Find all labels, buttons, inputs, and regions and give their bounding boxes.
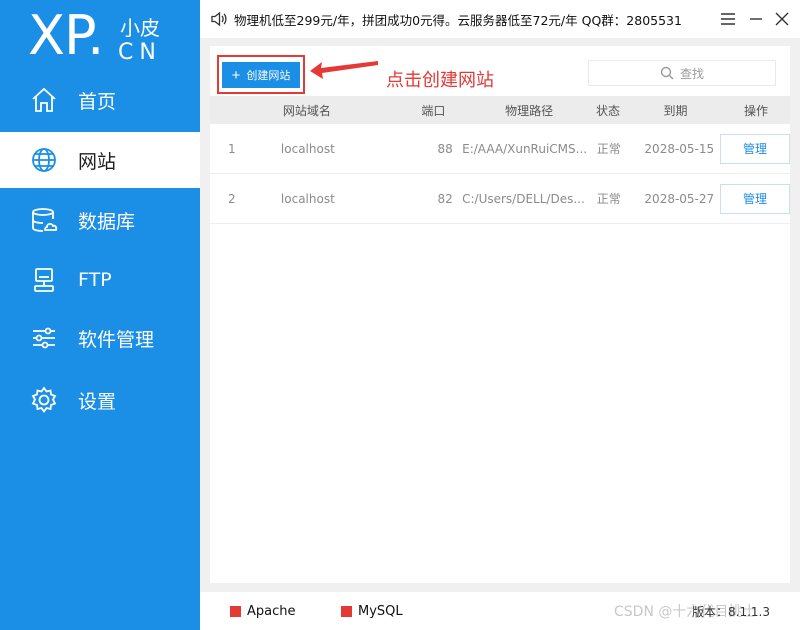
sidebar-item-websites[interactable]: 网站 bbox=[0, 132, 200, 188]
row-domain: localhost bbox=[280, 141, 335, 156]
app-logo: XP. 小皮 CN bbox=[28, 6, 188, 70]
version-text: 版本：8.1.1.3 bbox=[692, 605, 770, 619]
sidebar-item-label: 首页 bbox=[78, 90, 117, 113]
manage-button[interactable]: 管理 bbox=[720, 183, 791, 214]
speaker-icon bbox=[210, 10, 228, 28]
search-icon bbox=[660, 66, 674, 80]
ftp-icon bbox=[28, 264, 60, 296]
create-website-button[interactable]: + 创建网站 bbox=[222, 62, 300, 88]
notice-text: 物理机低至299元/年，拼团成功0元得。云服务器低至72元/年 QQ群：2805… bbox=[234, 12, 682, 28]
logo-main: XP. bbox=[28, 4, 104, 67]
table-header: 网站域名 端口 物理路径 状态 到期 操作 bbox=[210, 96, 790, 124]
sidebar-item-settings[interactable]: 设置 bbox=[0, 372, 200, 428]
row-expiry: 2028-05-27 bbox=[644, 191, 715, 206]
websites-table: 网站域名 端口 物理路径 状态 到期 操作 1 localhost 88 E:/… bbox=[210, 96, 791, 224]
row-domain: localhost bbox=[280, 191, 335, 206]
status-bar: Apache MySQL CSDN @十六代目挑士 版本：8.1.1.3 bbox=[200, 592, 800, 630]
home-icon bbox=[28, 84, 60, 116]
service-mysql[interactable]: MySQL bbox=[341, 604, 403, 619]
sidebar: XP. 小皮 CN 首页 网站 数据库 FTP 软件管理 设置 bbox=[0, 0, 200, 630]
manage-button[interactable]: 管理 bbox=[720, 133, 791, 164]
row-expiry: 2028-05-15 bbox=[644, 141, 715, 156]
column-header: 端口 bbox=[421, 103, 446, 118]
service-apache[interactable]: Apache bbox=[230, 604, 296, 619]
row-index: 1 bbox=[228, 141, 236, 156]
create-website-label: 创建网站 bbox=[246, 70, 291, 82]
status-stopped-icon bbox=[341, 606, 352, 617]
sidebar-item-label: FTP bbox=[78, 269, 112, 291]
sidebar-item-label: 软件管理 bbox=[78, 328, 155, 351]
notice-bar: 物理机低至299元/年，拼团成功0元得。云服务器低至72元/年 QQ群：2805… bbox=[200, 0, 800, 38]
row-path: C:/Users/DELL/Des... bbox=[462, 191, 585, 206]
search-placeholder: 查找 bbox=[679, 66, 704, 81]
websites-panel: + 创建网站 点击创建网站 查找 网站域名 端口 物理路径 状态 到期 操作 1 bbox=[210, 46, 791, 583]
logo-sub-text: CN bbox=[118, 40, 162, 65]
table-row: 2 localhost 82 C:/Users/DELL/Des... 正常 2… bbox=[210, 174, 791, 224]
column-header: 状态 bbox=[596, 103, 621, 118]
sidebar-item-home[interactable]: 首页 bbox=[0, 72, 200, 128]
menu-icon[interactable] bbox=[718, 9, 738, 29]
row-index: 2 bbox=[228, 191, 236, 206]
column-header: 到期 bbox=[663, 103, 688, 118]
row-status: 正常 bbox=[596, 192, 621, 206]
row-status: 正常 bbox=[596, 142, 621, 156]
table-row: 1 localhost 88 E:/AAA/XunRuiCMS... 正常 20… bbox=[210, 124, 791, 174]
sidebar-item-label: 设置 bbox=[78, 390, 117, 413]
gear-icon bbox=[28, 384, 60, 416]
column-header: 物理路径 bbox=[505, 103, 554, 118]
annotation-arrow-icon bbox=[310, 61, 378, 79]
annotation-text: 点击创建网站 bbox=[386, 70, 494, 91]
close-icon[interactable] bbox=[772, 9, 792, 29]
service-label: Apache bbox=[247, 604, 296, 619]
sidebar-item-database[interactable]: 数据库 bbox=[0, 192, 200, 248]
database-icon bbox=[28, 204, 60, 236]
column-header: 操作 bbox=[744, 103, 769, 118]
globe-icon bbox=[28, 144, 60, 176]
main-content: + 创建网站 点击创建网站 查找 网站域名 端口 物理路径 状态 到期 操作 1 bbox=[200, 38, 800, 630]
sliders-icon bbox=[28, 322, 60, 354]
minimize-icon[interactable] bbox=[746, 9, 766, 29]
row-port: 82 bbox=[437, 191, 453, 206]
sidebar-item-software[interactable]: 软件管理 bbox=[0, 310, 200, 366]
row-port: 88 bbox=[437, 141, 453, 156]
sidebar-item-label: 网站 bbox=[78, 150, 117, 173]
column-header: 网站域名 bbox=[282, 103, 331, 118]
plus-icon: + bbox=[231, 66, 241, 84]
sidebar-item-label: 数据库 bbox=[78, 210, 136, 233]
search-input[interactable]: 查找 bbox=[588, 60, 776, 86]
sidebar-item-ftp[interactable]: FTP bbox=[0, 252, 200, 308]
status-stopped-icon bbox=[230, 606, 241, 617]
row-path: E:/AAA/XunRuiCMS... bbox=[462, 141, 588, 156]
service-label: MySQL bbox=[358, 604, 403, 619]
logo-small-text: 小皮 bbox=[120, 16, 160, 40]
